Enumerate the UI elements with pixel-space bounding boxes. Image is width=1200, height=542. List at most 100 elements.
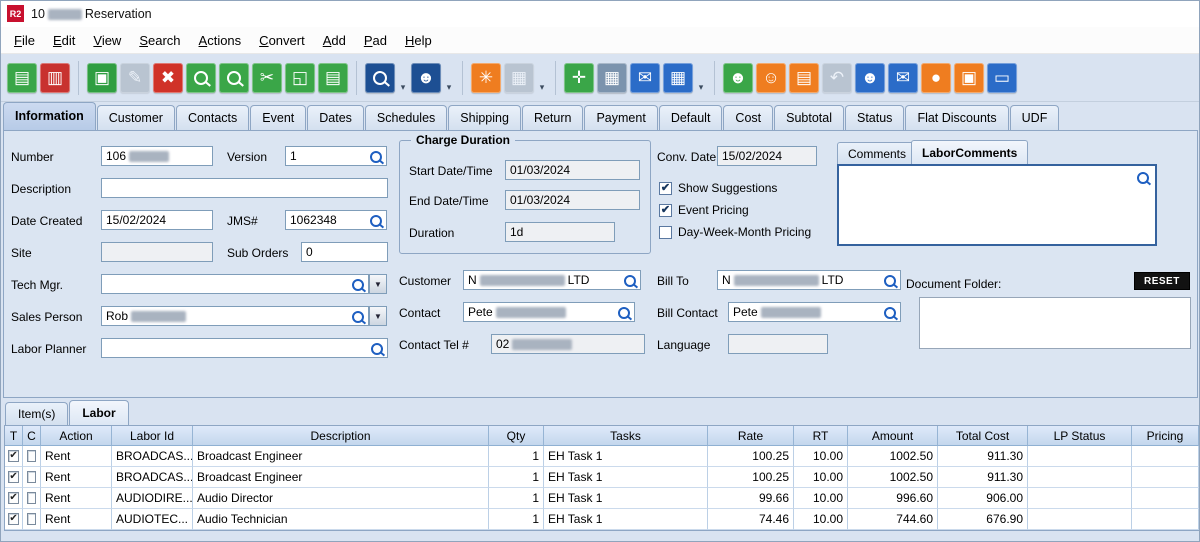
tab-item-s[interactable]: Item(s) [5,402,68,425]
tab-cost[interactable]: Cost [723,105,773,130]
search-icon[interactable] [618,307,630,319]
menu-file[interactable]: File [5,29,44,52]
save-button[interactable]: ▣ [87,63,117,93]
tab-udf[interactable]: UDF [1010,105,1060,130]
column-header-qty[interactable]: Qty [489,426,544,446]
media-button[interactable]: ▣ [954,63,984,93]
number-input[interactable]: 106 [101,146,213,166]
delete-button[interactable]: ✖ [153,63,183,93]
option-day-week-month-pricing[interactable]: Day-Week-Month Pricing [659,221,811,243]
row-c-checkbox[interactable] [27,492,36,504]
column-header-c[interactable]: C [23,426,41,446]
row-t-checkbox[interactable]: ✔ [8,450,18,462]
bill-to-input[interactable]: NLTD [717,270,901,290]
menu-view[interactable]: View [84,29,130,52]
paste-button[interactable]: ▤ [318,63,348,93]
find-button[interactable] [186,63,216,93]
column-header-labor-id[interactable]: Labor Id [112,426,193,446]
column-header-action[interactable]: Action [41,426,112,446]
search-icon[interactable] [352,279,364,291]
sub-orders-input[interactable]: 0 [301,242,388,262]
new-document-button[interactable]: ▤ [7,63,37,93]
layout-grid-button[interactable]: ▦ [597,63,627,93]
tab-shipping[interactable]: Shipping [448,105,521,130]
tab-labor[interactable]: Labor [69,400,128,425]
table-row[interactable]: ✔RentAUDIOTEC...Audio Technician1EH Task… [5,509,1199,530]
column-header-rt[interactable]: RT [794,426,848,446]
tech-mgr-combo[interactable] [101,274,369,294]
menu-convert[interactable]: Convert [250,29,314,52]
tab-comments[interactable]: Comments [837,142,917,165]
contact-input[interactable]: Pete [463,302,635,322]
row-t-checkbox[interactable]: ✔ [8,513,18,525]
date-created-input[interactable]: 15/02/2024 [101,210,213,230]
tab-flat-discounts[interactable]: Flat Discounts [905,105,1008,130]
sales-person-dropdown[interactable]: ▼ [369,306,387,326]
smiley-button[interactable]: ☺ [756,63,786,93]
notes-button[interactable]: ✉ [630,63,660,93]
customer-input[interactable]: NLTD [463,270,641,290]
option-show-suggestions[interactable]: ✔Show Suggestions [659,177,811,199]
column-header-total-cost[interactable]: Total Cost [938,426,1028,446]
labor-person-button[interactable]: ☻ [723,63,753,93]
tech-mgr-dropdown[interactable]: ▼ [369,274,387,294]
show-suggestions-checkbox[interactable]: ✔ [659,182,672,195]
cut-button[interactable]: ✂ [252,63,282,93]
labor-comments-textarea[interactable] [837,164,1157,246]
truck-button[interactable]: ▭ [987,63,1017,93]
column-header-amount[interactable]: Amount [848,426,938,446]
cart-dropdown[interactable]: ▾ [537,63,547,93]
table-row[interactable]: ✔RentAUDIODIRE...Audio Director1EH Task … [5,488,1199,509]
search-icon[interactable] [352,311,364,323]
version-input[interactable]: 1 [285,146,387,166]
customer-search-button[interactable]: ☻ [411,63,441,93]
tab-information[interactable]: Information [3,102,96,130]
reset-button[interactable]: RESET [1134,272,1190,290]
bill-contact-input[interactable]: Pete [728,302,901,322]
tab-return[interactable]: Return [522,105,584,130]
calendar-dropdown[interactable]: ▾ [696,63,706,93]
search-icon[interactable] [370,151,382,163]
tab-event[interactable]: Event [250,105,306,130]
process-gears-button[interactable]: ✳ [471,63,501,93]
tab-customer[interactable]: Customer [97,105,175,130]
search-icon[interactable] [370,215,382,227]
customer-search-dropdown[interactable]: ▾ [444,63,454,93]
row-c-checkbox[interactable] [27,450,36,462]
row-c-checkbox[interactable] [27,513,36,525]
menu-help[interactable]: Help [396,29,441,52]
tab-status[interactable]: Status [845,105,904,130]
row-t-checkbox[interactable]: ✔ [8,492,18,504]
description-input[interactable] [101,178,388,198]
invoice-button[interactable]: ▤ [789,63,819,93]
tab-default[interactable]: Default [659,105,723,130]
tab-subtotal[interactable]: Subtotal [774,105,844,130]
column-header-t[interactable]: T [5,426,23,446]
search-icon[interactable] [1137,172,1149,184]
event-pricing-checkbox[interactable]: ✔ [659,204,672,217]
tab-laborcomments[interactable]: LaborComments [911,140,1028,165]
table-row[interactable]: ✔RentBROADCAS...Broadcast Engineer1EH Ta… [5,467,1199,488]
copy-button[interactable]: ◱ [285,63,315,93]
tab-payment[interactable]: Payment [584,105,657,130]
search-icon[interactable] [884,307,896,319]
document-folder-textarea[interactable] [919,297,1191,349]
expand-button[interactable]: ✛ [564,63,594,93]
menu-actions[interactable]: Actions [190,29,251,52]
option-event-pricing[interactable]: ✔Event Pricing [659,199,811,221]
column-header-rate[interactable]: Rate [708,426,794,446]
search-icon[interactable] [624,275,636,287]
menu-search[interactable]: Search [130,29,189,52]
crew-people-button[interactable]: ☻ [855,63,885,93]
column-header-description[interactable]: Description [193,426,489,446]
search-button[interactable] [365,63,395,93]
calendar-button[interactable]: ▦ [663,63,693,93]
table-row[interactable]: ✔RentBROADCAS...Broadcast Engineer1EH Ta… [5,446,1199,467]
column-header-tasks[interactable]: Tasks [544,426,708,446]
tab-dates[interactable]: Dates [307,105,364,130]
labor-planner-input[interactable] [101,338,388,358]
print-button[interactable]: ▥ [40,63,70,93]
jms-input[interactable]: 1062348 [285,210,387,230]
coins-button[interactable]: ● [921,63,951,93]
column-header-pricing[interactable]: Pricing [1132,426,1199,446]
